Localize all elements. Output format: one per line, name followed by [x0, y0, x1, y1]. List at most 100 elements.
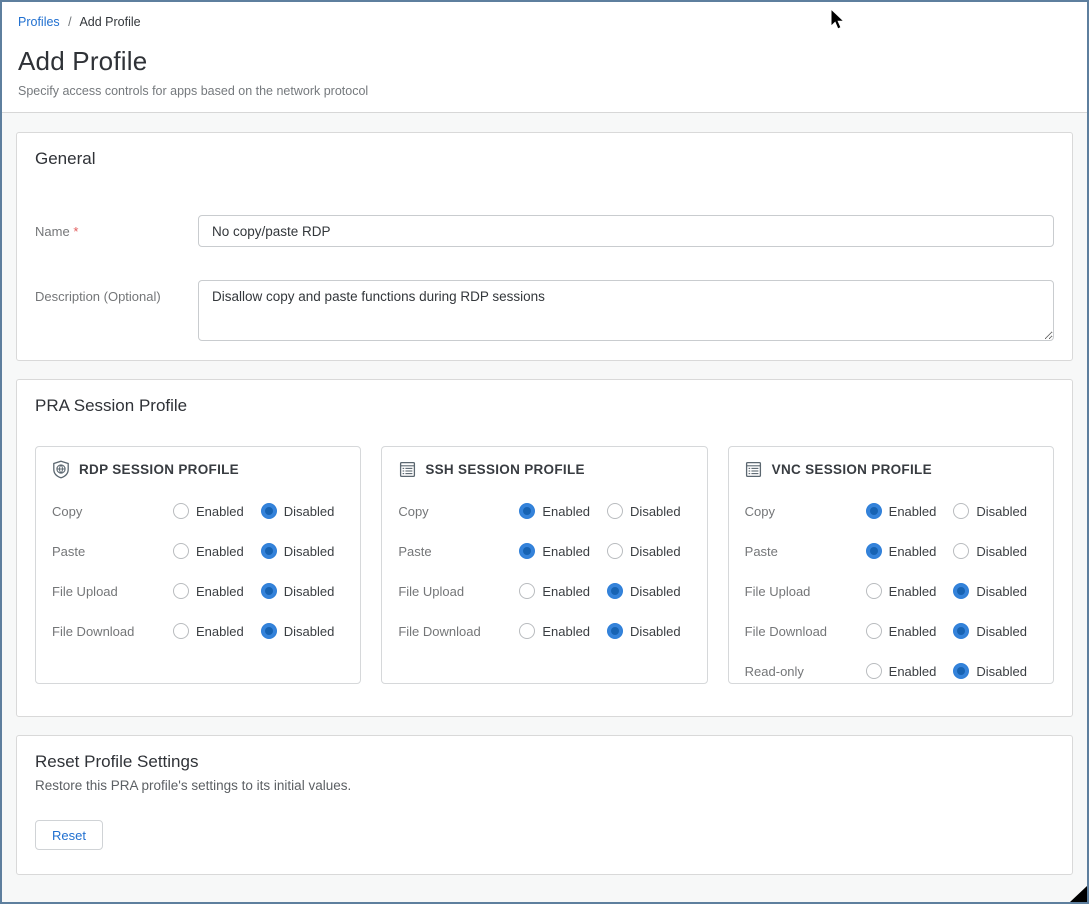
radio-circle [607, 623, 623, 639]
vnc-read-only-row: Read-only Enabled Disabled [745, 651, 1037, 691]
radio-option-label: Enabled [889, 504, 937, 519]
vnc-read-only-disabled-radio[interactable]: Disabled [953, 663, 1027, 679]
session-card-title: SSH SESSION PROFILE [425, 462, 584, 477]
ssh-file-upload-enabled-radio[interactable]: Enabled [519, 583, 590, 599]
radio-option-label: Enabled [196, 584, 244, 599]
radio-option-label: Disabled [976, 544, 1027, 559]
radio-option-label: Enabled [542, 624, 590, 639]
breadcrumb-current: Add Profile [79, 15, 140, 29]
radio-circle [173, 543, 189, 559]
name-input[interactable] [198, 215, 1054, 247]
page-header: Profiles / Add Profile Add Profile Speci… [2, 2, 1087, 113]
ssh-file-download-disabled-radio[interactable]: Disabled [607, 623, 681, 639]
radio-option-label: Disabled [284, 624, 335, 639]
vnc-copy-label: Copy [745, 504, 866, 519]
rdp-file-download-enabled-radio[interactable]: Enabled [173, 623, 244, 639]
session-card-title: RDP SESSION PROFILE [79, 462, 239, 477]
description-label: Description (Optional) [35, 280, 198, 304]
ssh-paste-disabled-radio[interactable]: Disabled [607, 543, 681, 559]
rdp-copy-label: Copy [52, 504, 173, 519]
list-icon [745, 460, 763, 478]
rdp-file-download-label: File Download [52, 624, 173, 639]
vnc-file-download-row: File Download Enabled Disabled [745, 611, 1037, 651]
vnc-paste-disabled-radio[interactable]: Disabled [953, 543, 1027, 559]
radio-option-label: Enabled [542, 584, 590, 599]
ssh-file-download-row: File Download Enabled Disabled [398, 611, 690, 651]
name-row: Name * [35, 215, 1054, 247]
radio-option-label: Enabled [542, 504, 590, 519]
radio-option-label: Enabled [889, 624, 937, 639]
ssh-session-card: SSH SESSION PROFILE Copy Enabled Disable… [381, 446, 707, 684]
shield-globe-icon [52, 460, 70, 478]
page-content: General Name * Description (Optional) Di… [2, 113, 1087, 904]
radio-option-label: Enabled [889, 584, 937, 599]
page-title: Add Profile [18, 46, 1071, 77]
radio-option-label: Disabled [284, 504, 335, 519]
session-cards: RDP SESSION PROFILE Copy Enabled Disable… [35, 446, 1054, 684]
radio-option-label: Enabled [196, 624, 244, 639]
vnc-paste-label: Paste [745, 544, 866, 559]
description-row: Description (Optional) Disallow copy and… [35, 280, 1054, 341]
radio-circle [519, 543, 535, 559]
session-card-header: RDP SESSION PROFILE [52, 460, 344, 478]
rdp-file-upload-row: File Upload Enabled Disabled [52, 571, 344, 611]
radio-option-label: Enabled [196, 544, 244, 559]
radio-circle [866, 583, 882, 599]
rdp-file-download-disabled-radio[interactable]: Disabled [261, 623, 335, 639]
radio-option-label: Enabled [542, 544, 590, 559]
ssh-copy-row: Copy Enabled Disabled [398, 491, 690, 531]
ssh-file-download-label: File Download [398, 624, 519, 639]
radio-option-label: Enabled [196, 504, 244, 519]
rdp-session-card: RDP SESSION PROFILE Copy Enabled Disable… [35, 446, 361, 684]
rdp-file-upload-label: File Upload [52, 584, 173, 599]
vnc-paste-enabled-radio[interactable]: Enabled [866, 543, 937, 559]
radio-circle [607, 543, 623, 559]
radio-circle [519, 623, 535, 639]
vnc-file-download-disabled-radio[interactable]: Disabled [953, 623, 1027, 639]
ssh-paste-enabled-radio[interactable]: Enabled [519, 543, 590, 559]
corner-resize-artifact [1070, 886, 1087, 902]
radio-circle [607, 503, 623, 519]
rdp-file-upload-enabled-radio[interactable]: Enabled [173, 583, 244, 599]
radio-circle [261, 583, 277, 599]
ssh-file-upload-disabled-radio[interactable]: Disabled [607, 583, 681, 599]
ssh-copy-enabled-radio[interactable]: Enabled [519, 503, 590, 519]
rdp-paste-enabled-radio[interactable]: Enabled [173, 543, 244, 559]
radio-option-label: Disabled [976, 504, 1027, 519]
reset-profile-settings-section: Reset Profile Settings Restore this PRA … [16, 735, 1073, 875]
radio-option-label: Enabled [889, 664, 937, 679]
rdp-file-upload-disabled-radio[interactable]: Disabled [261, 583, 335, 599]
vnc-read-only-enabled-radio[interactable]: Enabled [866, 663, 937, 679]
radio-circle [953, 583, 969, 599]
ssh-copy-label: Copy [398, 504, 519, 519]
vnc-file-upload-row: File Upload Enabled Disabled [745, 571, 1037, 611]
vnc-file-download-enabled-radio[interactable]: Enabled [866, 623, 937, 639]
ssh-copy-disabled-radio[interactable]: Disabled [607, 503, 681, 519]
rdp-paste-disabled-radio[interactable]: Disabled [261, 543, 335, 559]
vnc-copy-enabled-radio[interactable]: Enabled [866, 503, 937, 519]
reset-button[interactable]: Reset [35, 820, 103, 850]
vnc-file-upload-disabled-radio[interactable]: Disabled [953, 583, 1027, 599]
breadcrumb-separator: / [68, 15, 71, 29]
radio-option-label: Disabled [976, 664, 1027, 679]
ssh-file-download-enabled-radio[interactable]: Enabled [519, 623, 590, 639]
session-card-header: VNC SESSION PROFILE [745, 460, 1037, 478]
rdp-copy-enabled-radio[interactable]: Enabled [173, 503, 244, 519]
vnc-copy-disabled-radio[interactable]: Disabled [953, 503, 1027, 519]
session-card-rows: Copy Enabled Disabled Paste Enabled Disa… [745, 491, 1037, 691]
radio-circle [953, 503, 969, 519]
breadcrumb-profiles-link[interactable]: Profiles [18, 15, 60, 29]
radio-circle [866, 503, 882, 519]
rdp-paste-row: Paste Enabled Disabled [52, 531, 344, 571]
breadcrumb: Profiles / Add Profile [18, 15, 1071, 29]
vnc-paste-row: Paste Enabled Disabled [745, 531, 1037, 571]
ssh-file-upload-row: File Upload Enabled Disabled [398, 571, 690, 611]
vnc-read-only-label: Read-only [745, 664, 866, 679]
vnc-file-upload-enabled-radio[interactable]: Enabled [866, 583, 937, 599]
description-input[interactable]: Disallow copy and paste functions during… [198, 280, 1054, 341]
rdp-copy-disabled-radio[interactable]: Disabled [261, 503, 335, 519]
radio-circle [261, 543, 277, 559]
radio-circle [953, 543, 969, 559]
radio-circle [866, 543, 882, 559]
name-label: Name * [35, 215, 198, 239]
